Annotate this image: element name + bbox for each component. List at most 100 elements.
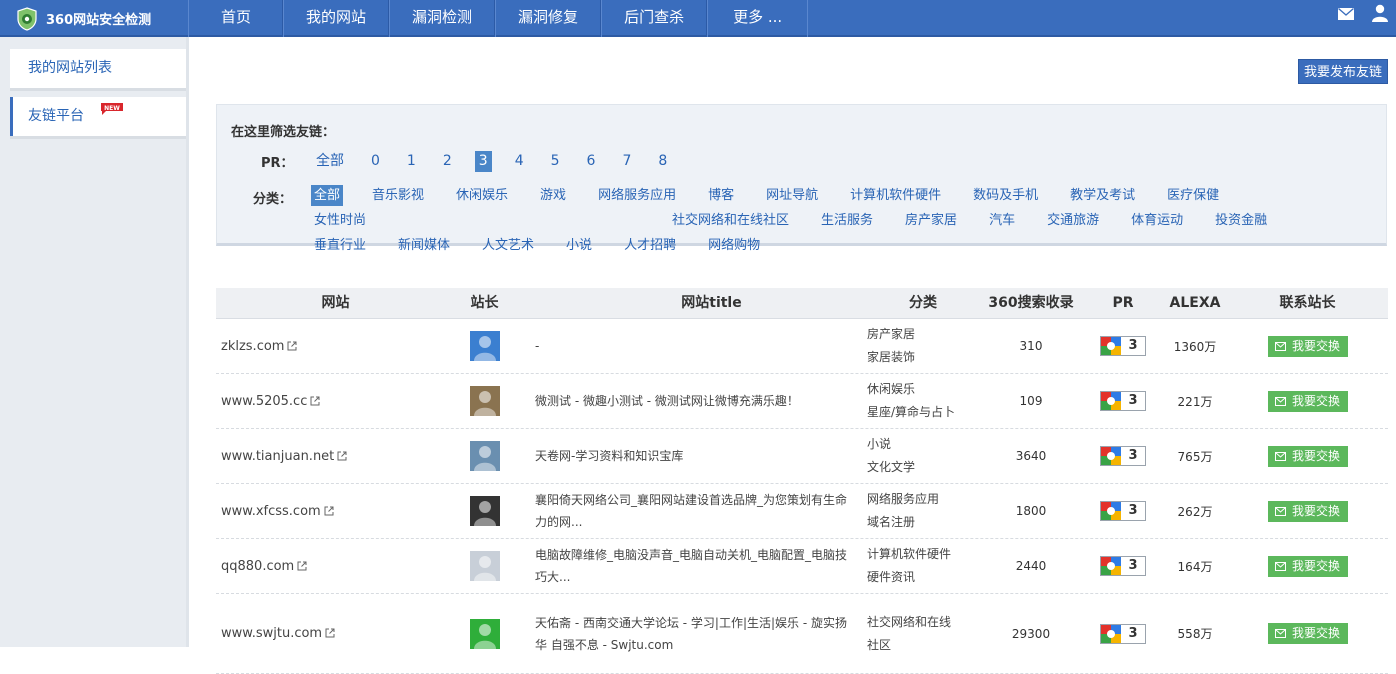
category-option[interactable]: 休闲娱乐	[453, 185, 511, 206]
swap-link-button[interactable]: 我要交换	[1267, 335, 1348, 357]
alexa-cell: 221万	[1177, 394, 1213, 409]
category-option[interactable]: 人文艺术	[479, 235, 537, 256]
external-link-icon[interactable]	[325, 628, 335, 638]
title-cell: 天卷网-学习资料和知识宝库	[535, 449, 684, 463]
site-link[interactable]: zklzs.com	[221, 339, 284, 354]
category-option[interactable]: 投资金融	[1212, 210, 1270, 231]
brand-logo[interactable]: 360网站安全检测	[0, 0, 188, 37]
table-row: www.5205.cc 微测试 - 微趣小测试 - 微测试网让微博充满乐趣！ 休…	[216, 374, 1388, 429]
pr-option[interactable]: 全部	[312, 151, 348, 172]
pr-option[interactable]: 1	[403, 151, 420, 172]
pr-value: 3	[1128, 625, 1138, 641]
pr-option[interactable]: 7	[618, 151, 635, 172]
site-link[interactable]: www.5205.cc	[221, 394, 307, 409]
category-option[interactable]: 垂直行业	[311, 235, 369, 256]
user-icon[interactable]	[1372, 4, 1388, 22]
external-link-icon[interactable]	[297, 561, 307, 571]
alexa-cell: 164万	[1177, 559, 1213, 574]
category-option[interactable]: 数码及手机	[970, 185, 1041, 206]
category-option[interactable]: 网络服务应用	[595, 185, 679, 206]
category-option[interactable]: 房产家居	[902, 210, 960, 231]
nav-vuln-scan[interactable]: 漏洞检测	[389, 0, 496, 37]
pr-option[interactable]: 3	[474, 151, 492, 172]
external-link-icon[interactable]	[324, 506, 334, 516]
external-link-icon[interactable]	[287, 341, 297, 351]
google-pr-icon	[1101, 557, 1121, 575]
swap-link-button[interactable]: 我要交换	[1267, 623, 1348, 644]
title-cell: 微测试 - 微趣小测试 - 微测试网让微博充满乐趣！	[535, 394, 799, 408]
swap-link-button[interactable]: 我要交换	[1267, 555, 1348, 577]
pr-badge: 3	[1100, 446, 1146, 466]
nav-home[interactable]: 首页	[188, 0, 284, 37]
category-option[interactable]: 计算机软件硬件	[847, 185, 944, 206]
pr-option[interactable]: 8	[654, 151, 671, 172]
category-option[interactable]: 体育运动	[1128, 210, 1186, 231]
pr-badge: 3	[1100, 391, 1146, 411]
category-option[interactable]: 网址导航	[763, 185, 821, 206]
swap-link-button[interactable]: 我要交换	[1267, 500, 1348, 522]
external-link-icon[interactable]	[337, 451, 347, 461]
nav-more[interactable]: 更多 ...	[707, 0, 809, 37]
svg-text:NEW: NEW	[104, 105, 120, 112]
category-option[interactable]: 音乐影视	[369, 185, 427, 206]
pr-filter-row: PR： 全部 0 1 2 3 4 5 6 7 8	[261, 151, 690, 172]
sidebar-item-friend-links[interactable]: 友链平台 NEW	[10, 97, 188, 136]
category-cell: 房产家居 家居装饰	[864, 323, 979, 369]
category-option[interactable]: 医疗保健	[1164, 185, 1222, 206]
header-title: 网站title	[681, 295, 742, 311]
category-primary: 小说	[867, 437, 892, 451]
header-category: 分类	[909, 295, 937, 311]
category-option[interactable]: 生活服务	[818, 210, 876, 231]
avatar[interactable]	[469, 618, 500, 649]
category-option[interactable]: 网络购物	[705, 235, 763, 256]
contact-cell: 我要交换	[1227, 335, 1388, 357]
pr-option[interactable]: 5	[547, 151, 564, 172]
table-row: zklzs.com - 房产家居 家居装饰 310 3 1360万 我要交换	[216, 319, 1388, 374]
category-primary: 计算机软件硬件	[867, 547, 952, 561]
avatar[interactable]	[469, 551, 500, 581]
pr-cell: 3	[1083, 446, 1163, 466]
site-link[interactable]: www.xfcss.com	[221, 504, 321, 519]
swap-link-button[interactable]: 我要交换	[1267, 445, 1348, 467]
category-option[interactable]: 汽车	[986, 210, 1018, 231]
owner-cell	[450, 496, 519, 526]
pr-option[interactable]: 2	[439, 151, 456, 172]
category-primary: 网络服务应用	[867, 492, 940, 506]
mail-icon[interactable]	[1338, 8, 1354, 20]
site-link[interactable]: www.tianjuan.net	[221, 449, 334, 464]
category-option[interactable]: 游戏	[537, 185, 569, 206]
category-option[interactable]: 小说	[563, 235, 595, 256]
category-option[interactable]: 教学及考试	[1067, 185, 1138, 206]
pr-option[interactable]: 6	[583, 151, 600, 172]
mail-icon	[1274, 506, 1286, 516]
category-option[interactable]: 新闻媒体	[395, 235, 453, 256]
avatar[interactable]	[469, 386, 500, 416]
avatar[interactable]	[469, 496, 500, 526]
site-link[interactable]: www.swjtu.com	[221, 626, 322, 641]
index-count-cell: 3640	[1015, 449, 1047, 463]
nav-my-sites[interactable]: 我的网站	[283, 0, 390, 37]
category-option[interactable]: 女性时尚	[311, 210, 369, 231]
site-link[interactable]: qq880.com	[221, 559, 294, 574]
category-option[interactable]: 社交网络和在线社区	[669, 210, 792, 231]
avatar[interactable]	[469, 441, 500, 471]
contact-cell: 我要交换	[1227, 555, 1388, 577]
sidebar-item-my-sites[interactable]: 我的网站列表	[10, 49, 188, 88]
external-link-icon[interactable]	[310, 396, 320, 406]
publish-link-button[interactable]: 我要发布友链	[1298, 59, 1388, 84]
pr-cell: 3	[1083, 336, 1163, 356]
category-secondary: 硬件资讯	[867, 570, 916, 584]
category-cell: 休闲娱乐 星座/算命与占卜	[864, 378, 979, 424]
pr-option[interactable]: 4	[511, 151, 528, 172]
category-option[interactable]: 全部	[311, 185, 344, 206]
category-option[interactable]: 博客	[705, 185, 737, 206]
swap-link-button[interactable]: 我要交换	[1267, 390, 1348, 412]
category-option[interactable]: 人才招聘	[621, 235, 679, 256]
nav-vuln-fix[interactable]: 漏洞修复	[495, 0, 602, 37]
index-count-cell: 29300	[1011, 626, 1051, 641]
header-alexa: ALEXA	[1169, 295, 1221, 311]
category-option[interactable]: 交通旅游	[1044, 210, 1102, 231]
avatar[interactable]	[469, 331, 500, 361]
nav-backdoor[interactable]: 后门查杀	[601, 0, 708, 37]
pr-option[interactable]: 0	[367, 151, 384, 172]
